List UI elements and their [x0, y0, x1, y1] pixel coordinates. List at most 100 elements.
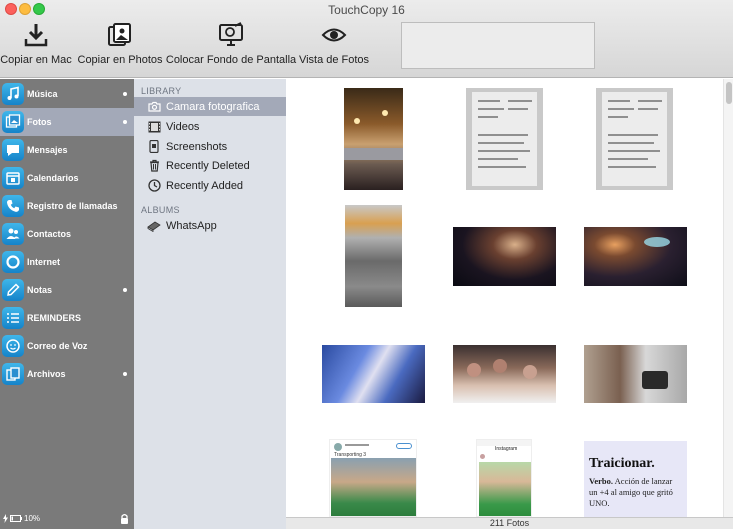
phone-icon — [2, 195, 24, 217]
set-wallpaper-button[interactable]: Colocar Fondo de Pantalla — [166, 22, 296, 70]
photo-thumbnail[interactable]: Traicionar. Verbo. Acción de lanzar un +… — [584, 441, 687, 517]
library-item-recently-added[interactable]: Recently Added — [134, 176, 286, 195]
library-item-recently-deleted[interactable]: Recently Deleted — [134, 156, 286, 175]
library-item-label: Recently Deleted — [166, 159, 250, 172]
library-item-camera[interactable]: Camara fotografica — [134, 97, 286, 116]
photo-preview-box — [401, 22, 595, 69]
photo-grid-scrollbar[interactable] — [723, 79, 733, 517]
sidebar-item-label: Correo de Voz — [27, 341, 88, 351]
sidebar-item-contacts[interactable]: Contactos — [0, 220, 134, 248]
sidebar-item-label: Contactos — [27, 229, 72, 239]
albums-heading: ALBUMS — [141, 205, 180, 215]
sidebar-item-label: Música — [27, 89, 58, 99]
copy-to-photos-label: Copiar en Photos — [77, 54, 163, 66]
phone-screenshot-icon — [147, 140, 161, 154]
sidebar-item-label: Archivos — [27, 369, 66, 379]
sidebar-item-internet[interactable]: Internet — [0, 248, 134, 276]
photo-thumbnail[interactable] — [345, 205, 402, 307]
monitor-wallpaper-icon — [219, 22, 243, 46]
sidebar-item-files[interactable]: Archivos — [0, 360, 134, 388]
photo-thumbnail[interactable] — [322, 345, 425, 403]
photo-thumbnail[interactable] — [344, 88, 403, 190]
library-item-label: Recently Added — [166, 179, 244, 192]
photo-thumbnail[interactable] — [596, 88, 673, 190]
photo-thumbnail[interactable] — [453, 227, 556, 286]
sidebar-item-label: Notas — [27, 285, 53, 295]
scrollbar-thumb[interactable] — [726, 82, 732, 104]
internet-icon — [2, 251, 24, 273]
meme-card: Traicionar. Verbo. Acción de lanzar un +… — [584, 441, 687, 517]
photo-thumbnail[interactable] — [453, 345, 556, 403]
expand-dot — [123, 372, 127, 376]
sidebar-item-label: Fotos — [27, 117, 52, 127]
album-item-whatsapp[interactable]: WhatsApp — [134, 216, 286, 235]
card-title: Traicionar. — [589, 456, 655, 471]
files-icon — [2, 363, 24, 385]
sidebar-item-music[interactable]: Música — [0, 80, 134, 108]
download-icon — [24, 24, 48, 47]
library-item-label: Screenshots — [166, 140, 228, 153]
instagram-text: Instagram — [495, 446, 518, 452]
sidebar-item-photos[interactable]: Fotos — [0, 108, 134, 136]
expand-dot — [123, 120, 127, 124]
photo-thumbnail[interactable] — [584, 227, 687, 286]
photo-view-button[interactable]: Vista de Fotos — [298, 22, 370, 70]
copy-to-mac-button[interactable]: Copiar en Mac — [0, 22, 72, 70]
lock-icon[interactable] — [120, 513, 129, 524]
photo-count: 211 Fotos — [489, 518, 530, 528]
album-icon — [147, 219, 161, 233]
sidebar-item-call-log[interactable]: Registro de llamadas — [0, 192, 134, 220]
sidebar-item-label: Internet — [27, 257, 61, 267]
sidebar-item-notes[interactable]: Notas — [0, 276, 134, 304]
photos-stack-icon — [108, 23, 131, 46]
clock-icon — [147, 179, 161, 193]
photo-thumbnail[interactable] — [584, 345, 687, 403]
voicemail-icon — [2, 335, 24, 357]
sidebar-item-label: REMINDERS — [27, 313, 82, 323]
music-note-icon — [2, 83, 24, 105]
list-icon — [2, 307, 24, 329]
card-subtitle: Verbo. Acción de lanzar un +4 al amigo q… — [589, 476, 673, 508]
device-sidebar: Música Fotos Mensajes Calendarios Regist… — [0, 79, 134, 529]
trash-icon — [147, 159, 161, 173]
photo-thumbnail[interactable] — [466, 88, 543, 190]
library-pane: LIBRARY Camara fotografica Videos Screen… — [134, 79, 286, 529]
camera-icon — [147, 100, 161, 114]
sidebar-item-messages[interactable]: Mensajes — [0, 136, 134, 164]
sidebar-item-calendars[interactable]: Calendarios — [0, 164, 134, 192]
copy-to-mac-label: Copiar en Mac — [0, 54, 72, 66]
photo-view-label: Vista de Fotos — [298, 54, 370, 66]
eye-icon — [321, 28, 347, 42]
window-title: TouchCopy 16 — [328, 3, 405, 17]
pencil-icon — [2, 279, 24, 301]
sidebar-item-label: Registro de llamadas — [27, 201, 118, 211]
expand-dot — [123, 288, 127, 292]
status-bar: 211 Fotos — [286, 517, 733, 529]
photo-thumbnail[interactable]: Transporting 3 — [329, 439, 417, 517]
library-item-label: Videos — [166, 120, 200, 133]
sidebar-item-label: Calendarios — [27, 173, 79, 183]
library-item-videos[interactable]: Videos — [134, 117, 286, 136]
photo-grid: Transporting 3 Instagram Traicionar. Ver… — [286, 79, 723, 517]
battery-status: 10% — [3, 514, 40, 523]
contacts-icon — [2, 223, 24, 245]
film-icon — [147, 120, 161, 134]
battery-percent: 10% — [24, 514, 41, 523]
library-heading: LIBRARY — [141, 86, 182, 96]
charging-icon — [3, 514, 8, 523]
set-wallpaper-label: Colocar Fondo de Pantalla — [165, 54, 297, 66]
sidebar-item-voicemail[interactable]: Correo de Voz — [0, 332, 134, 360]
copy-to-photos-button[interactable]: Copiar en Photos — [77, 22, 163, 70]
library-item-screenshots[interactable]: Screenshots — [134, 137, 286, 156]
sidebar-item-reminders[interactable]: REMINDERS — [0, 304, 134, 332]
library-item-label: Camara fotografica — [166, 100, 260, 113]
photos-icon — [2, 111, 24, 133]
sidebar-item-label: Mensajes — [27, 145, 68, 155]
calendar-icon — [2, 167, 24, 189]
photo-thumbnail[interactable]: Instagram — [476, 439, 532, 517]
window-titlebar: TouchCopy 16 Copiar en Mac Copiar en Pho… — [0, 0, 733, 78]
chat-bubble-icon — [2, 139, 24, 161]
sidebar-footer: 10% — [0, 511, 134, 529]
album-item-label: WhatsApp — [166, 219, 217, 232]
battery-icon — [10, 515, 22, 522]
